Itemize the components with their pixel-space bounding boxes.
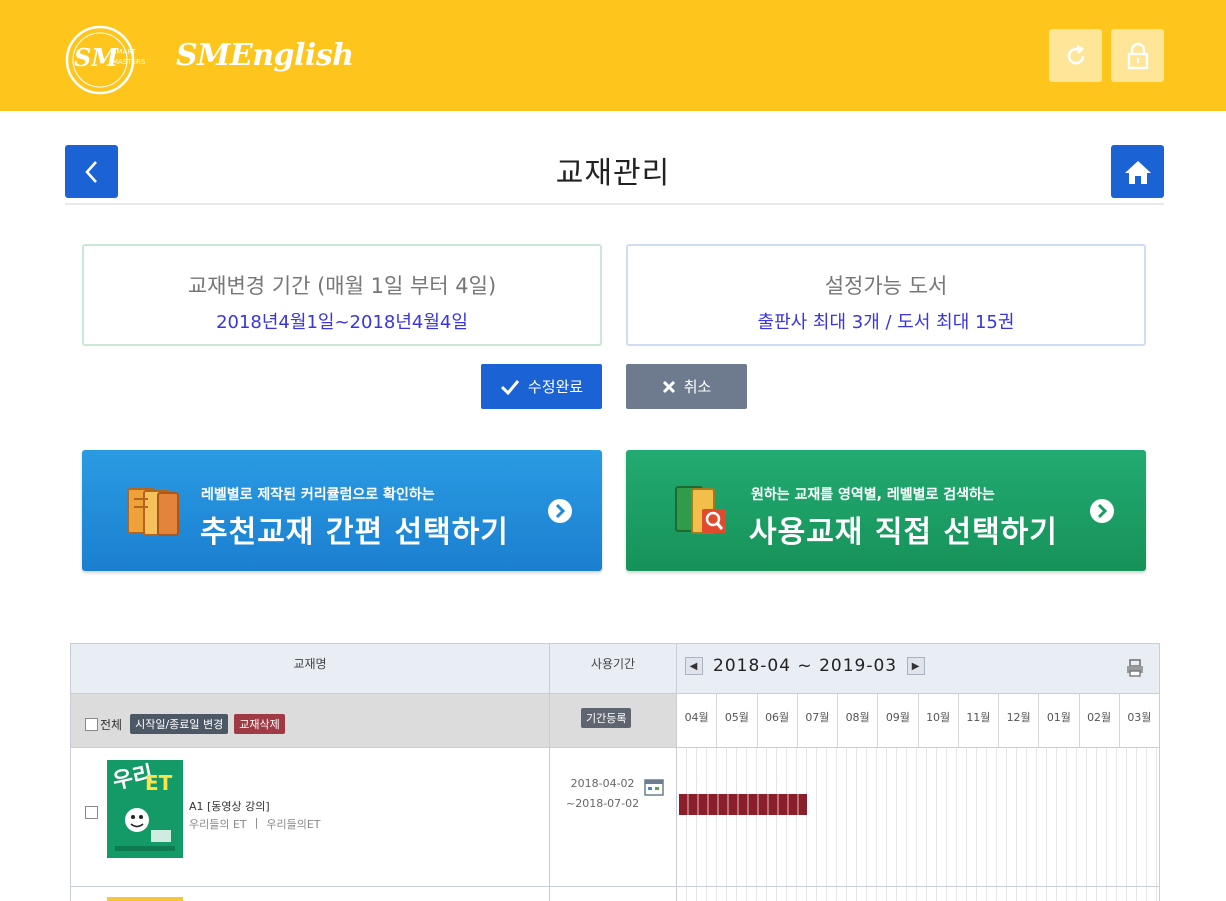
month-label: 02월 [1080, 694, 1120, 747]
month-label: 01월 [1039, 694, 1080, 747]
change-period-title: 교재변경 기간 (매월 1일 부터 4일) [187, 274, 497, 298]
lock-button[interactable] [1111, 29, 1164, 82]
book-limit-box: 설정가능 도서 출판사 최대 3개 / 도서 최대 15권 [626, 244, 1146, 346]
save-label: 수정완료 [527, 378, 584, 396]
book-series: 우리들의ET [266, 818, 321, 831]
recommend-subtitle: 레벨별로 제작된 커리큘럼으로 확인하는 [201, 487, 435, 503]
book-limit-value: 출판사 최대 3개 / 도서 최대 15권 [757, 312, 1015, 333]
book-limit-title: 설정가능 도서 [824, 274, 948, 298]
chevron-circle-right-icon [548, 499, 572, 523]
table-row [71, 887, 1159, 901]
month-label: 07월 [798, 694, 838, 747]
period-end: ~2018-07-02 [566, 797, 640, 810]
delete-books-button[interactable]: 교재삭제 [234, 714, 285, 734]
refresh-button[interactable] [1049, 29, 1102, 82]
usage-period-bar[interactable] [679, 794, 807, 815]
bulk-actions: 전체 시작일/종료일 변경 교재삭제 [71, 694, 550, 747]
next-range-button[interactable]: ▶ [907, 657, 926, 675]
gantt-grid [677, 748, 1159, 886]
recommend-title: 추천교재 간편 선택하기 [200, 515, 509, 550]
lock-icon [1127, 42, 1148, 69]
recommended-books-button[interactable]: 레벨별로 제작된 커리큘럼으로 확인하는 추천교재 간편 선택하기 [82, 450, 602, 571]
month-label: 06월 [758, 694, 798, 747]
month-label: 04월 [677, 694, 718, 747]
brand-name: SMEnglish [176, 38, 354, 73]
home-icon [1124, 160, 1151, 184]
svg-text:ET: ET [145, 771, 173, 795]
month-label: 10월 [919, 694, 959, 747]
period-cell: 2018-04-02 ~2018-07-02 [550, 748, 677, 886]
close-icon [662, 380, 675, 393]
direct-subtitle: 원하는 교재를 영역별, 레벨별로 검색하는 [751, 487, 995, 503]
print-icon[interactable] [1125, 658, 1145, 678]
select-all-checkbox[interactable] [85, 717, 98, 731]
period-register-button[interactable]: 기간등록 [581, 708, 632, 728]
date-range-label: 2018-04 ~ 2019-03 [713, 656, 898, 676]
select-all-label: 전체 [100, 717, 123, 732]
month-label: 12월 [999, 694, 1040, 747]
cancel-label: 취소 [683, 378, 712, 396]
check-icon [500, 379, 520, 395]
row-checkbox[interactable] [85, 806, 98, 819]
book-cover-image[interactable] [107, 897, 183, 901]
date-range-nav: ◀ 2018-04 ~ 2019-03 ▶ [685, 656, 926, 676]
book-title: A1 [동영상 강의] [189, 800, 270, 813]
month-label: 09월 [878, 694, 919, 747]
book-search-icon [675, 486, 726, 534]
cancel-button[interactable]: 취소 [626, 364, 747, 409]
svg-text:MASTERS: MASTERS [112, 58, 146, 66]
direct-title: 사용교재 직접 선택하기 [749, 515, 1058, 550]
books-icon [127, 488, 179, 536]
book-meta: 우리들의 ET | 우리들의ET [189, 816, 321, 832]
table-row: 우리 ET A1 [동영상 강의] 우리들의 ET | 우리들의ET 2018-… [71, 748, 1159, 887]
book-cover-image[interactable]: 우리 ET [107, 760, 183, 858]
save-button[interactable]: 수정완료 [481, 364, 602, 409]
book-cell: 우리 ET A1 [동영상 강의] 우리들의 ET | 우리들의ET [71, 748, 550, 886]
table-toolbar-row: 전체 시작일/종료일 변경 교재삭제 기간등록 04월 05월 06월 07월 08월 0… [71, 694, 1159, 748]
title-divider [65, 203, 1164, 205]
period-start: 2018-04-02 [570, 777, 635, 790]
calendar-icon[interactable] [644, 778, 664, 796]
month-label: 11월 [959, 694, 999, 747]
change-dates-button[interactable]: 시작일/종료일 변경 [130, 714, 229, 734]
month-header: 04월 05월 06월 07월 08월 09월 10월 11월 12월 01월 02월 03월 [677, 694, 1159, 747]
month-label: 08월 [838, 694, 879, 747]
smart-masters-logo: SM SMART MASTERS [65, 25, 146, 95]
chevron-circle-right-icon [1090, 499, 1114, 523]
column-header-name: 교재명 [71, 644, 550, 693]
page-title: 교재관리 [555, 156, 671, 191]
meta-divider: | [254, 816, 259, 829]
month-label: 03월 [1127, 711, 1152, 724]
direct-select-books-button[interactable]: 원하는 교재를 영역별, 레벨별로 검색하는 사용교재 직접 선택하기 [626, 450, 1146, 571]
top-bar: SM SMART MASTERS SMEnglish [0, 0, 1226, 111]
column-divider [549, 887, 550, 901]
change-period-box: 교재변경 기간 (매월 1일 부터 4일) 2018년4월1일~2018년4월4… [82, 244, 602, 346]
svg-text:SMART: SMART [112, 48, 137, 56]
month-label: 05월 [717, 694, 758, 747]
table-header: 교재명 사용기간 ◀ 2018-04 ~ 2019-03 ▶ [71, 644, 1159, 694]
period-set-cell: 기간등록 [550, 694, 677, 747]
book-publisher: 우리들의 ET [189, 818, 247, 831]
refresh-icon [1067, 44, 1084, 64]
home-button[interactable] [1111, 145, 1164, 198]
book-schedule-table: 교재명 사용기간 ◀ 2018-04 ~ 2019-03 ▶ 전체 시작일/종료… [70, 643, 1160, 901]
column-header-period: 사용기간 [550, 644, 677, 693]
change-period-value: 2018년4월1일~2018년4월4일 [216, 312, 468, 333]
gantt-grid [677, 887, 1159, 901]
prev-range-button[interactable]: ◀ [685, 657, 703, 675]
